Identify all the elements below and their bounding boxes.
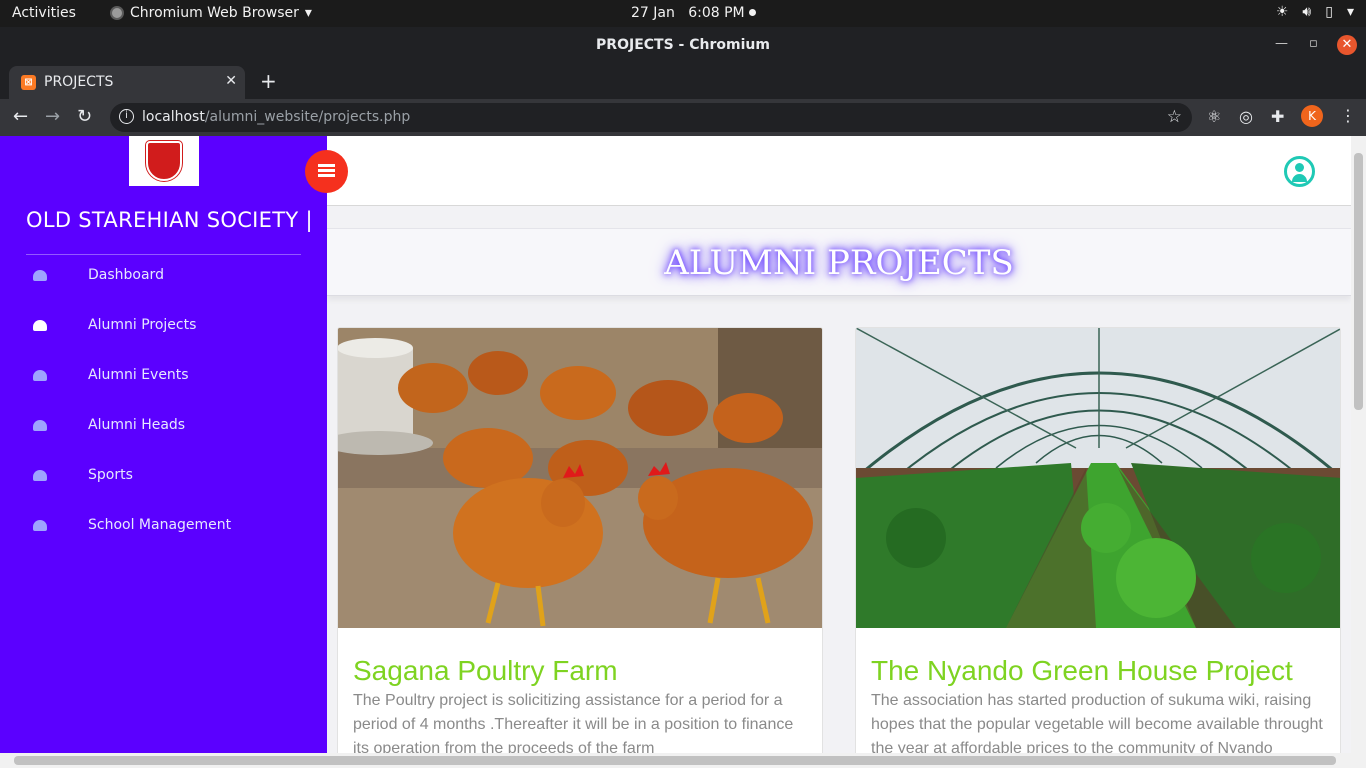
extension-target-icon[interactable]: ◎ xyxy=(1239,107,1253,126)
greenhouse-photo xyxy=(856,328,1340,628)
notification-dot xyxy=(749,9,756,16)
clock[interactable]: 27 Jan 6:08 PM xyxy=(631,5,745,21)
tachometer-icon xyxy=(33,520,47,531)
tab-title: PROJECTS xyxy=(44,74,114,90)
tachometer-icon xyxy=(33,320,47,331)
react-devtools-icon[interactable]: ⚛ xyxy=(1207,107,1221,126)
new-tab-button[interactable]: + xyxy=(260,69,277,93)
url-path: /alumni_website/projects.php xyxy=(204,109,411,125)
battery-icon: ▯ xyxy=(1325,4,1333,20)
window-close-button[interactable]: ✕ xyxy=(1337,35,1357,55)
bookmark-star-icon[interactable]: ☆ xyxy=(1167,107,1182,127)
reload-button[interactable]: ↻ xyxy=(77,106,92,127)
scrollbar-thumb[interactable] xyxy=(1354,153,1363,410)
tab-close-icon[interactable]: ✕ xyxy=(225,73,237,89)
school-logo[interactable] xyxy=(129,136,199,186)
tab-strip: ⊠ PROJECTS ✕ + xyxy=(0,64,1366,99)
vertical-scrollbar[interactable] xyxy=(1351,136,1366,768)
project-card[interactable]: The Nyando Green House Project The assoc… xyxy=(855,327,1341,768)
sidebar-item-label: Sports xyxy=(88,467,133,483)
brand-title[interactable]: OLD STAREHIAN SOCIETY | xyxy=(26,208,313,232)
sidebar-item-dashboard[interactable]: Dashboard xyxy=(0,262,327,302)
sidebar-item-alumni-events[interactable]: Alumni Events xyxy=(0,362,327,402)
sidebar-item-alumni-projects[interactable]: Alumni Projects xyxy=(0,312,327,352)
sidebar-item-sports[interactable]: Sports xyxy=(0,462,327,502)
extensions-puzzle-icon[interactable]: ✚ xyxy=(1271,107,1284,126)
sidebar-item-school-management[interactable]: School Management xyxy=(0,512,327,552)
chromium-icon xyxy=(110,6,124,20)
project-title[interactable]: Sagana Poultry Farm xyxy=(353,655,618,687)
system-tray[interactable]: ☀ 🔊︎ ▯ ▾ xyxy=(1276,4,1354,20)
user-account-icon[interactable] xyxy=(1284,156,1315,187)
tachometer-icon xyxy=(33,470,47,481)
menu-bars-icon xyxy=(318,164,335,177)
profile-avatar[interactable]: K xyxy=(1301,105,1323,127)
brightness-icon: ☀ xyxy=(1275,4,1289,20)
caret-down-icon: ▾ xyxy=(304,5,312,21)
page-viewport: OLD STAREHIAN SOCIETY | Dashboard Alumni… xyxy=(0,136,1366,768)
crest-icon xyxy=(146,141,182,181)
project-title[interactable]: The Nyando Green House Project xyxy=(871,655,1293,687)
app-menu[interactable]: Chromium Web Browser ▾ xyxy=(110,5,312,21)
window-title: PROJECTS - Chromium xyxy=(596,37,770,53)
page-banner: ALUMNI PROJECTS xyxy=(327,228,1351,296)
clock-date: 27 Jan xyxy=(631,5,675,21)
back-button[interactable]: ← xyxy=(13,106,28,127)
tachometer-icon xyxy=(33,370,47,381)
sidebar-item-label: Alumni Heads xyxy=(88,417,186,433)
clock-time: 6:08 PM xyxy=(688,5,745,21)
sidebar-toggle-button[interactable] xyxy=(305,150,348,193)
address-bar[interactable]: i localhost/alumni_website/projects.php … xyxy=(110,103,1192,132)
forward-button[interactable]: → xyxy=(45,106,60,127)
project-card[interactable]: Sagana Poultry Farm The Poultry project … xyxy=(337,327,823,768)
volume-icon: 🔊︎ xyxy=(1302,4,1312,20)
chickens-photo xyxy=(338,328,822,628)
browser-menu-icon[interactable]: ⋮ xyxy=(1340,106,1356,125)
xampp-favicon-icon: ⊠ xyxy=(21,75,36,90)
sidebar: OLD STAREHIAN SOCIETY | Dashboard Alumni… xyxy=(0,136,327,768)
url-text[interactable]: localhost/alumni_website/projects.php xyxy=(142,109,410,125)
minimize-button[interactable]: — xyxy=(1275,36,1288,51)
caret-down-icon: ▾ xyxy=(1346,4,1354,20)
sidebar-item-label: Alumni Projects xyxy=(88,317,197,333)
os-top-bar: Activities Chromium Web Browser ▾ 27 Jan… xyxy=(0,0,1366,27)
window-title-bar: PROJECTS - Chromium — ▫ ✕ xyxy=(0,27,1366,64)
horizontal-scrollbar[interactable] xyxy=(0,753,1366,768)
activities-button[interactable]: Activities xyxy=(12,5,76,21)
browser-toolbar: ← → ↻ i localhost/alumni_website/project… xyxy=(0,99,1366,136)
divider xyxy=(26,254,301,255)
tachometer-icon xyxy=(33,420,47,431)
sidebar-item-alumni-heads[interactable]: Alumni Heads xyxy=(0,412,327,452)
page-header xyxy=(327,136,1351,206)
maximize-button[interactable]: ▫ xyxy=(1309,36,1318,51)
sidebar-item-label: Alumni Events xyxy=(88,367,189,383)
tab-projects[interactable]: ⊠ PROJECTS ✕ xyxy=(9,66,245,99)
sidebar-item-label: Dashboard xyxy=(88,267,164,283)
main-content: ALUMNI PROJECTS Sagana Poultry Farm The … xyxy=(327,206,1351,768)
tachometer-icon xyxy=(33,270,47,281)
project-description: The Poultry project is solicitizing assi… xyxy=(353,692,794,757)
project-description: The association has started production o… xyxy=(871,692,1323,757)
url-host: localhost xyxy=(142,109,205,125)
page-title: ALUMNI PROJECTS xyxy=(664,243,1014,283)
sidebar-item-label: School Management xyxy=(88,517,232,533)
info-icon[interactable]: i xyxy=(119,109,134,124)
app-menu-label: Chromium Web Browser xyxy=(130,5,299,21)
scrollbar-thumb[interactable] xyxy=(14,756,1336,765)
